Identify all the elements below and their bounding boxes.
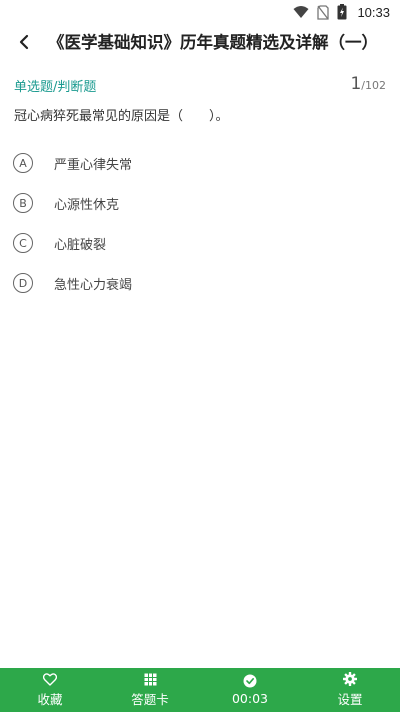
timer-label: 00:03 xyxy=(231,691,269,706)
grid-icon xyxy=(144,673,157,689)
question-type-label: 单选题/判断题 xyxy=(14,80,97,95)
timer-button[interactable]: 00:03 xyxy=(200,668,300,712)
answer-sheet-button[interactable]: 答题卡 xyxy=(100,668,200,712)
favorite-label: 收藏 xyxy=(37,691,63,707)
status-time: 10:33 xyxy=(357,4,390,20)
question-current-number: 1 xyxy=(350,74,362,94)
bottom-toolbar: 收藏 答题卡 00:03 设置 xyxy=(0,668,400,712)
question-header: 单选题/判断题 1/102 xyxy=(14,74,386,96)
app-bar: 《医学基础知识》历年真题精选及详解（一） xyxy=(0,24,400,64)
option-letter-badge: B xyxy=(13,193,33,213)
no-sim-icon xyxy=(317,4,330,20)
back-button[interactable] xyxy=(12,30,36,58)
option-a[interactable]: A 严重心律失常 xyxy=(13,143,386,183)
question-stem: 冠心病猝死最常见的原因是（ ）。 xyxy=(14,109,229,124)
answer-sheet-label: 答题卡 xyxy=(131,691,169,707)
answer-options: A 严重心律失常 B 心源性休克 C 心脏破裂 D 急性心力衰竭 xyxy=(13,143,386,303)
settings-button[interactable]: 设置 xyxy=(300,668,400,712)
question-total-count: /102 xyxy=(361,79,386,92)
option-letter-badge: C xyxy=(13,233,33,253)
status-bar: 10:33 xyxy=(0,0,400,24)
option-text: 急性心力衰竭 xyxy=(54,277,133,293)
settings-label: 设置 xyxy=(337,692,363,707)
option-text: 严重心律失常 xyxy=(54,157,133,173)
option-text: 心源性休克 xyxy=(54,197,120,213)
clock-icon xyxy=(243,674,257,691)
option-letter-badge: D xyxy=(13,273,33,293)
battery-icon xyxy=(337,4,347,20)
page-title: 《医学基础知识》历年真题精选及详解（一） xyxy=(48,33,368,52)
heart-icon xyxy=(43,672,57,689)
question-counter: 1/102 xyxy=(350,74,386,94)
back-arrow-icon xyxy=(18,34,30,54)
option-c[interactable]: C 心脏破裂 xyxy=(13,223,386,263)
option-letter-badge: A xyxy=(13,153,33,173)
option-d[interactable]: D 急性心力衰竭 xyxy=(13,263,386,303)
gear-icon xyxy=(343,672,357,689)
option-b[interactable]: B 心源性休克 xyxy=(13,183,386,223)
wifi-icon xyxy=(293,5,309,19)
option-text: 心脏破裂 xyxy=(54,237,107,253)
favorite-button[interactable]: 收藏 xyxy=(0,668,100,712)
